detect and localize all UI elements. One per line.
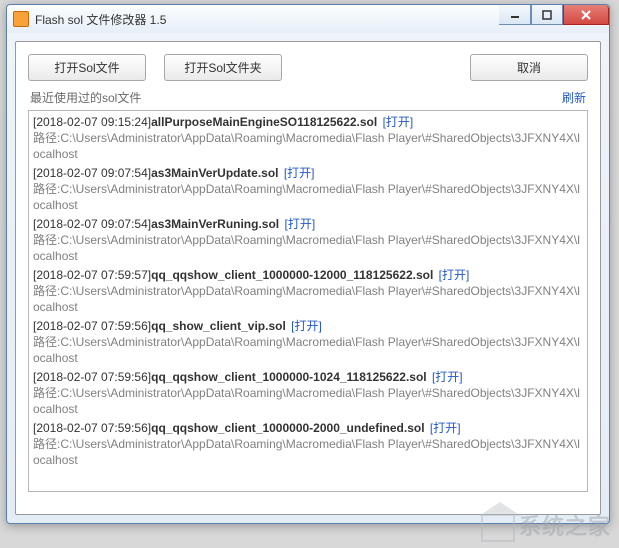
close-button[interactable]	[563, 5, 609, 25]
file-name: qq_qqshow_client_1000000-2000_undefined.…	[151, 421, 424, 435]
window-controls	[499, 5, 609, 25]
open-file-button[interactable]: 打开Sol文件	[28, 54, 146, 81]
timestamp: [2018-02-07 09:07:54]	[33, 166, 151, 180]
file-name: as3MainVerUpdate.sol	[151, 166, 278, 180]
list-item-line1: [2018-02-07 07:59:56]qq_qqshow_client_10…	[33, 420, 583, 436]
close-icon	[580, 9, 592, 21]
list-item: [2018-02-07 09:15:24]allPurposeMainEngin…	[31, 113, 585, 164]
list-item-line1: [2018-02-07 09:07:54]as3MainVerUpdate.so…	[33, 165, 583, 181]
file-path: 路径:C:\Users\Administrator\AppData\Roamin…	[33, 181, 583, 213]
file-name: qq_qqshow_client_1000000-12000_118125622…	[151, 268, 433, 282]
minimize-button[interactable]	[499, 5, 531, 25]
titlebar[interactable]: Flash sol 文件修改器 1.5	[7, 5, 609, 33]
list-item: [2018-02-07 09:07:54]as3MainVerUpdate.so…	[31, 164, 585, 215]
file-path: 路径:C:\Users\Administrator\AppData\Roamin…	[33, 283, 583, 315]
list-item: [2018-02-07 07:59:56]qq_qqshow_client_10…	[31, 419, 585, 470]
list-item-line1: [2018-02-07 09:07:54]as3MainVerRuning.so…	[33, 216, 583, 232]
timestamp: [2018-02-07 07:59:56]	[33, 319, 151, 333]
window-title: Flash sol 文件修改器 1.5	[35, 11, 166, 28]
list-item-line1: [2018-02-07 07:59:57]qq_qqshow_client_10…	[33, 267, 583, 283]
refresh-link[interactable]: 刷新	[562, 89, 586, 106]
list-item-line1: [2018-02-07 09:15:24]allPurposeMainEngin…	[33, 114, 583, 130]
cancel-button[interactable]: 取消	[470, 54, 588, 81]
file-path: 路径:C:\Users\Administrator\AppData\Roamin…	[33, 232, 583, 264]
toolbar-spacer	[300, 54, 452, 81]
maximize-icon	[542, 10, 552, 20]
list-item: [2018-02-07 09:07:54]as3MainVerRuning.so…	[31, 215, 585, 266]
open-link[interactable]: [打开]	[383, 115, 414, 129]
file-name: allPurposeMainEngineSO118125622.sol	[151, 115, 377, 129]
list-item-line1: [2018-02-07 07:59:56]qq_qqshow_client_10…	[33, 369, 583, 385]
maximize-button[interactable]	[531, 5, 563, 25]
file-path: 路径:C:\Users\Administrator\AppData\Roamin…	[33, 436, 583, 468]
open-link[interactable]: [打开]	[291, 319, 322, 333]
file-name: qq_qqshow_client_1000000-1024_118125622.…	[151, 370, 427, 384]
open-link[interactable]: [打开]	[439, 268, 470, 282]
list-item: [2018-02-07 07:59:56]qq_qqshow_client_10…	[31, 368, 585, 419]
open-link[interactable]: [打开]	[430, 421, 461, 435]
app-icon	[13, 11, 29, 27]
timestamp: [2018-02-07 07:59:56]	[33, 370, 151, 384]
toolbar: 打开Sol文件 打开Sol文件夹 取消	[28, 54, 588, 81]
timestamp: [2018-02-07 09:15:24]	[33, 115, 151, 129]
file-name: qq_show_client_vip.sol	[151, 319, 286, 333]
list-item: [2018-02-07 07:59:56]qq_show_client_vip.…	[31, 317, 585, 368]
timestamp: [2018-02-07 09:07:54]	[33, 217, 151, 231]
file-path: 路径:C:\Users\Administrator\AppData\Roamin…	[33, 385, 583, 417]
house-icon	[481, 514, 515, 542]
file-path: 路径:C:\Users\Administrator\AppData\Roamin…	[33, 334, 583, 366]
file-name: as3MainVerRuning.sol	[151, 217, 279, 231]
open-folder-button[interactable]: 打开Sol文件夹	[164, 54, 282, 81]
timestamp: [2018-02-07 07:59:56]	[33, 421, 151, 435]
timestamp: [2018-02-07 07:59:57]	[33, 268, 151, 282]
open-link[interactable]: [打开]	[285, 217, 316, 231]
file-path: 路径:C:\Users\Administrator\AppData\Roamin…	[33, 130, 583, 162]
recent-file-list[interactable]: [2018-02-07 09:15:24]allPurposeMainEngin…	[28, 110, 588, 492]
list-item-line1: [2018-02-07 07:59:56]qq_show_client_vip.…	[33, 318, 583, 334]
recent-title: 最近使用过的sol文件	[30, 89, 141, 106]
app-window: Flash sol 文件修改器 1.5 打开Sol文件 打开Sol文件夹 取消 …	[6, 4, 610, 524]
client-area: 打开Sol文件 打开Sol文件夹 取消 最近使用过的sol文件 刷新 [2018…	[15, 41, 601, 515]
open-link[interactable]: [打开]	[284, 166, 315, 180]
watermark: 系统之家	[481, 509, 611, 542]
open-link[interactable]: [打开]	[432, 370, 463, 384]
recent-header: 最近使用过的sol文件 刷新	[30, 89, 586, 106]
minimize-icon	[510, 10, 520, 20]
list-item: [2018-02-07 07:59:57]qq_qqshow_client_10…	[31, 266, 585, 317]
